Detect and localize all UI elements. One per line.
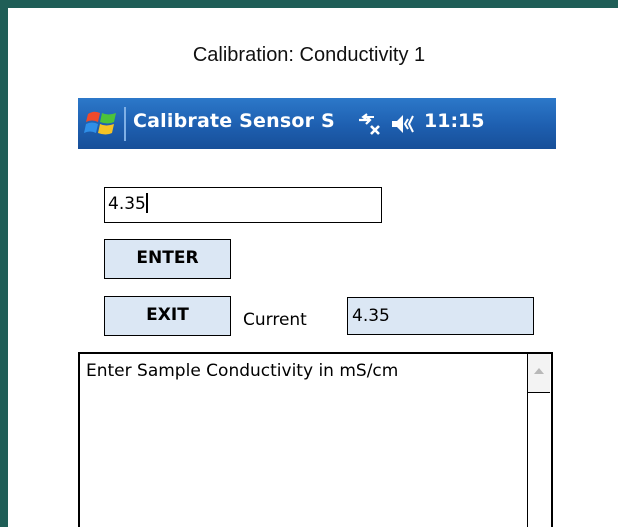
scroll-up-button[interactable] [528,354,550,393]
clock[interactable]: 11:15 [424,110,484,132]
current-label: Current [243,310,307,330]
message-box[interactable]: Enter Sample Conductivity in mS/cm [78,352,553,527]
scroll-up-arrow-icon [534,368,544,374]
scrollbar[interactable] [527,354,551,527]
title-separator [124,107,126,141]
current-value-field: 4.35 [347,297,534,335]
windows-start-icon[interactable] [84,108,120,140]
device-screen: Calibrate Sensor S 11:15 4.35 ENTER EXIT… [78,98,556,527]
value-input-text: 4.35 [108,194,146,214]
message-text: Enter Sample Conductivity in mS/cm [86,361,399,381]
value-input[interactable]: 4.35 [104,187,382,223]
title-bar: Calibrate Sensor S 11:15 [78,98,556,149]
volume-icon[interactable] [390,113,418,135]
text-caret [145,193,148,213]
caption-title: Calibration: Conductivity 1 [192,44,426,66]
exit-button[interactable]: EXIT [104,296,231,336]
connectivity-icon[interactable] [356,112,382,136]
enter-button[interactable]: ENTER [104,239,231,279]
window-title: Calibrate Sensor S [133,110,335,132]
